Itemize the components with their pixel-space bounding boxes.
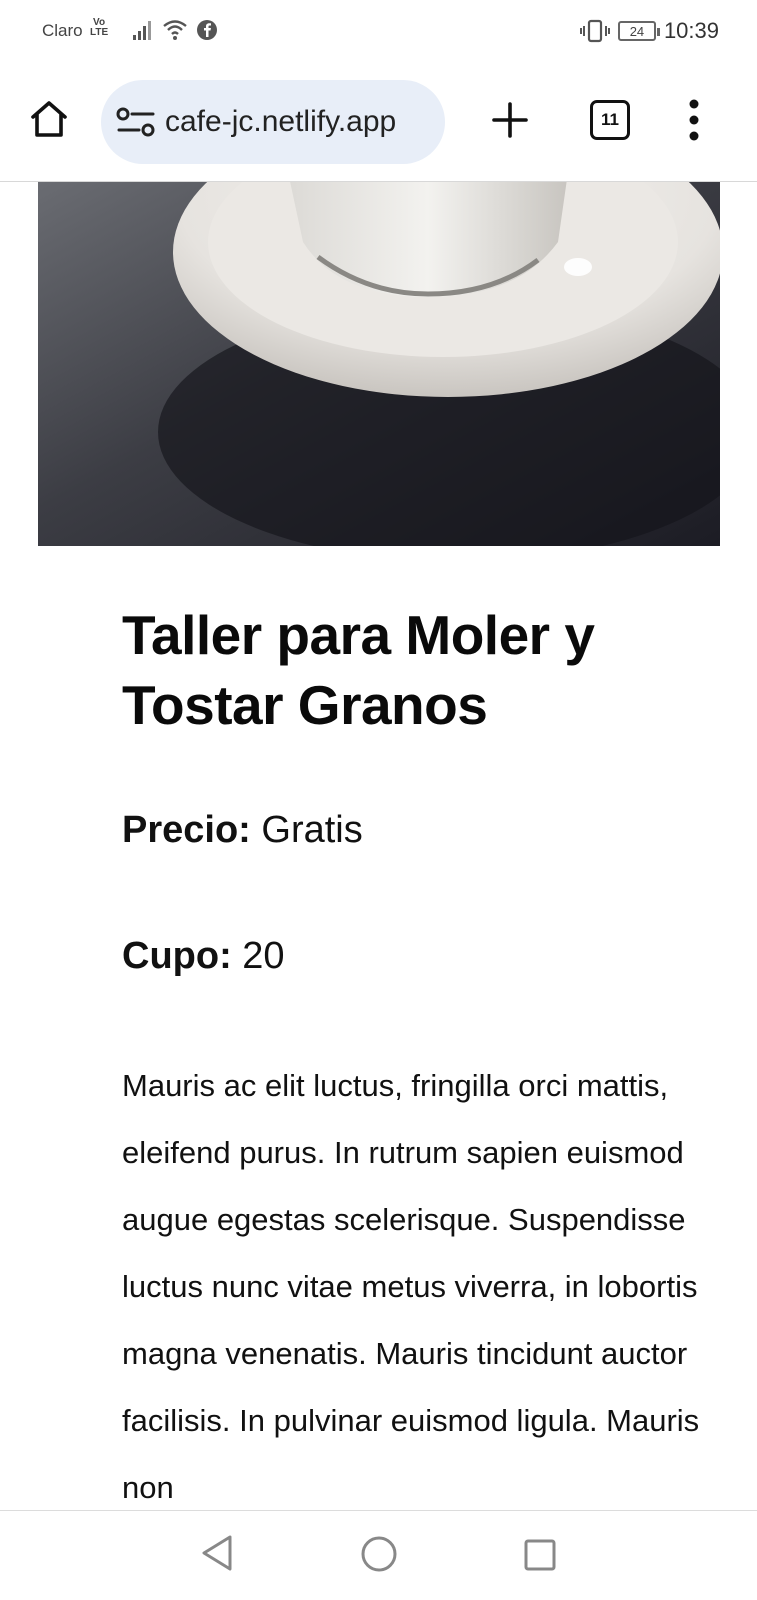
- article-title: Taller para Moler y Tostar Granos: [122, 604, 595, 736]
- circle-home-icon[interactable]: [360, 1535, 398, 1573]
- price-row: Precio: Gratis: [122, 806, 712, 854]
- article-description: Mauris ac elit luctus, fringilla orci ma…: [122, 1068, 700, 1505]
- home-icon[interactable]: [28, 98, 70, 140]
- battery-level: 24: [629, 23, 645, 39]
- vibrate-icon: [579, 19, 610, 43]
- status-icons: [132, 18, 218, 42]
- price-value: Gratis: [261, 809, 363, 851]
- tab-switcher-icon[interactable]: 11: [590, 100, 630, 140]
- more-vert-icon[interactable]: [684, 98, 704, 142]
- capacity-row: Cupo: 20: [122, 932, 712, 980]
- hero-image: [38, 182, 720, 546]
- article: Taller para Moler y Tostar Granos Precio…: [122, 600, 712, 1521]
- square-recents-icon[interactable]: [524, 1539, 556, 1571]
- address-bar[interactable]: cafe-jc.netlify.app: [101, 80, 445, 164]
- status-right: 24 10:39: [579, 18, 719, 44]
- volte-indicator: Vo LTE: [90, 18, 108, 38]
- carrier-name: Claro: [42, 21, 83, 40]
- status-bar: Claro Vo LTE 24 10:39: [0, 0, 757, 64]
- volte-bottom: LTE: [90, 27, 109, 38]
- system-nav-bar: [0, 1510, 757, 1600]
- url-text: cafe-jc.netlify.app: [165, 105, 397, 138]
- facebook-icon: [197, 20, 217, 40]
- battery-indicator: 24: [617, 21, 660, 41]
- capacity-label: Cupo:: [122, 935, 232, 977]
- signal-icon: [133, 21, 151, 40]
- price-label: Precio:: [122, 809, 251, 851]
- site-settings-icon[interactable]: [115, 104, 157, 140]
- clock: 10:39: [663, 18, 719, 43]
- coffee-cup-photo: [38, 182, 720, 546]
- browser-toolbar: cafe-jc.netlify.app 11: [0, 64, 757, 182]
- triangle-back-icon[interactable]: [200, 1533, 234, 1573]
- tab-count: 11: [601, 110, 619, 129]
- wifi-icon: [163, 20, 187, 40]
- capacity-value: 20: [242, 935, 285, 977]
- plus-icon[interactable]: [490, 100, 530, 140]
